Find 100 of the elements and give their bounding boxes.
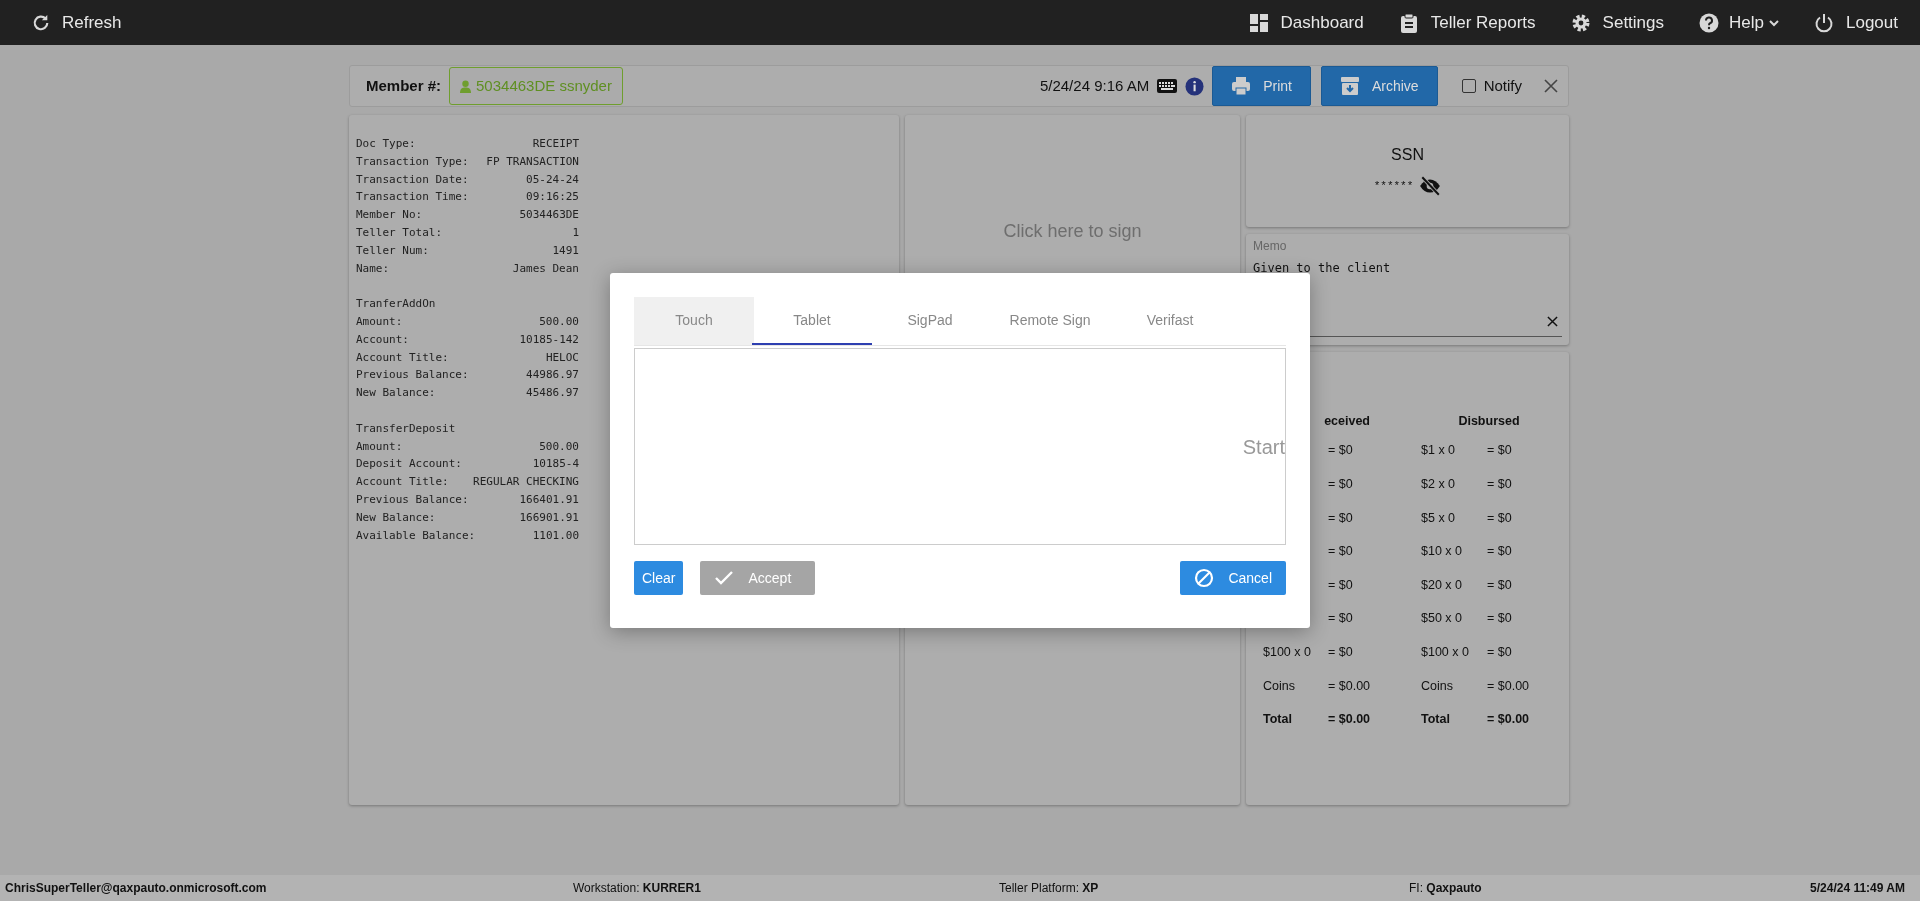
amount-value: = $0 bbox=[1328, 644, 1354, 661]
tab[interactable]: Remote Sign bbox=[990, 297, 1110, 345]
power-icon bbox=[1814, 12, 1834, 33]
person-icon bbox=[460, 79, 472, 93]
receipt-label: Previous Balance: bbox=[356, 491, 469, 508]
receipt-value: 10185-4 bbox=[532, 456, 579, 473]
receipt-heading: TranferAddOn bbox=[356, 296, 437, 313]
info-icon bbox=[1185, 76, 1205, 96]
platform-text: Teller Platform: XP bbox=[999, 880, 1100, 897]
receipt-label: Teller Num: bbox=[356, 242, 429, 259]
receipt-label: Name: bbox=[356, 260, 390, 277]
receipt-value: FP TRANSACTION bbox=[486, 153, 579, 170]
amount-value: = $0 bbox=[1487, 543, 1513, 561]
receipt-value: 500.00 bbox=[539, 313, 579, 330]
notify-checkbox[interactable]: Notify bbox=[1461, 74, 1522, 98]
receipt-label: Available Balance: bbox=[356, 527, 476, 544]
dialog-button[interactable]: Cancel bbox=[1180, 561, 1286, 595]
printer-icon bbox=[1231, 76, 1252, 96]
receipt-value: 45486.97 bbox=[526, 385, 579, 402]
toolbar-button[interactable]: Print bbox=[1212, 66, 1311, 106]
ssn-title: SSN bbox=[1391, 145, 1424, 165]
tab[interactable]: Tablet bbox=[752, 297, 872, 345]
denomination-label: $50 x 0 bbox=[1421, 610, 1463, 628]
datetime-text: 5/24/24 9:16 AM bbox=[1039, 75, 1150, 96]
toolbar-button[interactable]: Archive bbox=[1320, 66, 1438, 106]
amount-value: = $0.00 bbox=[1487, 677, 1531, 695]
receipt-label: Amount: bbox=[356, 438, 403, 455]
receipt-heading: TransferDeposit bbox=[356, 420, 457, 437]
tab[interactable]: Touch bbox=[634, 297, 754, 345]
tab[interactable]: SigPad bbox=[870, 297, 990, 345]
receipt-value: RECEIPT bbox=[532, 136, 579, 152]
denomination-label: $2 x 0 bbox=[1421, 476, 1457, 493]
receipt-value: 1491 bbox=[552, 242, 579, 259]
receipt-value: 166901.91 bbox=[519, 509, 579, 526]
refresh-button[interactable]: Refresh bbox=[32, 9, 122, 36]
receipt-value: REGULAR CHECKING bbox=[473, 474, 579, 491]
receipt-label: Teller Total: bbox=[356, 225, 443, 241]
user-email: ChrisSuperTeller@qaxpauto.onmicrosoft.com bbox=[5, 880, 268, 897]
clipboard-icon bbox=[1398, 12, 1419, 33]
receipt-value: 44986.97 bbox=[526, 367, 579, 384]
receipt-label: Account Title: bbox=[356, 349, 449, 366]
amount-value: = $0 bbox=[1487, 476, 1513, 493]
status-time: 5/24/24 11:49 AM bbox=[1810, 880, 1905, 897]
receipt-value: 05-24-24 bbox=[526, 171, 579, 188]
help-icon bbox=[1699, 12, 1720, 33]
receipt-value: 5034463DE bbox=[519, 207, 579, 224]
accept-button: Accept bbox=[700, 561, 816, 595]
denomination-label: $100 x 0 bbox=[1421, 644, 1470, 661]
settings-icon bbox=[1570, 12, 1591, 33]
receipt-label: Transaction Date: bbox=[356, 171, 469, 188]
receipt-value: 10185-142 bbox=[519, 331, 579, 348]
start-hint: Start bbox=[1242, 434, 1285, 460]
amount-value: = $0 bbox=[1328, 543, 1354, 561]
denomination-label: Coins bbox=[1421, 677, 1454, 695]
denomination-label: Coins bbox=[1263, 677, 1296, 695]
receipt-label: New Balance: bbox=[356, 385, 436, 402]
clear-icon bbox=[1547, 316, 1558, 327]
denomination-label: $100 x 0 bbox=[1263, 644, 1312, 661]
workstation-text: Workstation: KURRER1 bbox=[573, 880, 702, 897]
receipt-value: HELOC bbox=[545, 349, 579, 366]
nav-link-button[interactable]: Teller Reports bbox=[1398, 9, 1536, 36]
hidden-eye-icon[interactable] bbox=[1419, 175, 1442, 197]
amount-value: = $0.00 bbox=[1328, 711, 1372, 729]
amount-value: = $0 bbox=[1487, 442, 1513, 460]
amount-value: = $0 bbox=[1487, 576, 1513, 594]
denomination-label: $5 x 0 bbox=[1421, 509, 1457, 527]
amount-value: = $0 bbox=[1487, 509, 1513, 527]
signature-pad[interactable]: Start bbox=[634, 348, 1286, 545]
receipt-value: 1101.00 bbox=[532, 527, 579, 544]
close-icon bbox=[1544, 79, 1558, 93]
cancel-icon bbox=[1194, 568, 1215, 588]
receipt-label: Previous Balance: bbox=[356, 367, 469, 384]
amount-value: = $0 bbox=[1487, 610, 1513, 628]
denomination-label: $1 x 0 bbox=[1421, 442, 1457, 460]
amount-value: = $0 bbox=[1328, 476, 1354, 493]
checkbox[interactable] bbox=[1461, 79, 1476, 93]
fi-text: FI: Qaxpauto bbox=[1409, 880, 1483, 897]
denomination-label: $20 x 0 bbox=[1421, 576, 1463, 594]
receipt-value: 166401.91 bbox=[519, 491, 579, 508]
amount-value: = $0 bbox=[1328, 442, 1354, 460]
amount-value: = $0 bbox=[1487, 644, 1513, 661]
receipt-value: 1 bbox=[572, 225, 579, 241]
receipt-label: Account Title: bbox=[356, 474, 449, 491]
receipt-value: 500.00 bbox=[539, 438, 579, 455]
member-label: Member #: bbox=[366, 75, 442, 96]
receipt-label: New Balance: bbox=[356, 509, 436, 526]
nav-link-button[interactable]: Help bbox=[1699, 9, 1779, 36]
caret-icon bbox=[1769, 17, 1779, 28]
archive-icon bbox=[1339, 76, 1360, 96]
receipt-label: Transaction Type: bbox=[356, 153, 469, 170]
receipt-label: Doc Type: bbox=[356, 136, 416, 152]
dialog-button[interactable]: Clear bbox=[634, 561, 684, 595]
receipt-label: Amount: bbox=[356, 313, 403, 330]
receipt-value: 09:16:25 bbox=[526, 189, 579, 206]
nav-link-button[interactable]: Logout bbox=[1814, 9, 1898, 36]
denomination-label: $10 x 0 bbox=[1421, 543, 1463, 561]
nav-link-button[interactable]: Dashboard bbox=[1248, 9, 1364, 36]
nav-link-button[interactable]: Settings bbox=[1570, 9, 1665, 36]
column-heading: Disbursed bbox=[1457, 412, 1521, 430]
tab[interactable]: Verifast bbox=[1110, 297, 1230, 345]
